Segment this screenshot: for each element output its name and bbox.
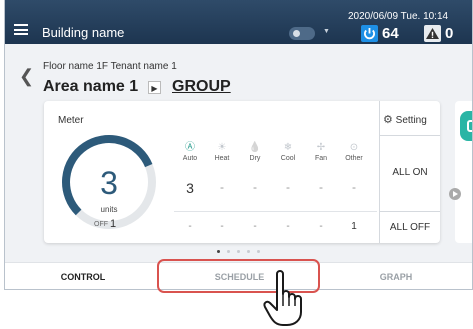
power-count: 64 (382, 25, 399, 42)
auto-off-count: - (188, 221, 192, 232)
dry-off-count: - (253, 221, 257, 232)
area-name: Area name 1 (43, 78, 139, 95)
mode-dry: 💧 Dry (241, 141, 269, 162)
device-screen: Building name ▼ 2020/06/09 Tue. 10:14 64… (4, 0, 473, 290)
meter-label: Meter (58, 115, 84, 126)
mode-auto: Ⓐ Auto (176, 141, 204, 162)
next-arrow-icon[interactable] (449, 188, 461, 200)
power-icon[interactable] (361, 25, 378, 42)
gear-icon: ⚙ (383, 114, 393, 126)
setting-button[interactable]: ⚙ Setting (383, 113, 427, 126)
fan-count: - (319, 180, 323, 194)
cool-count: - (286, 180, 290, 194)
datetime: 2020/06/09 Tue. 10:14 (348, 11, 449, 22)
mode-heat: ☀ Heat (208, 141, 236, 162)
units-label: units (100, 205, 118, 214)
meter-card: Meter 3 units OFF 1 Ⓐ Auto ☀ Heat 💧 Dry … (44, 101, 440, 243)
setting-label: Setting (395, 115, 427, 126)
fan-off-count: - (319, 221, 323, 232)
mode-other: ⊙ Other (340, 141, 368, 162)
sun-icon: ☀ (217, 142, 227, 153)
warning-icon[interactable] (424, 25, 441, 42)
other-off-count: 1 (351, 221, 357, 232)
dry-count: - (253, 180, 257, 194)
heat-off-count: - (220, 221, 224, 232)
other-icon: ⊙ (349, 142, 359, 153)
building-name: Building name (42, 25, 125, 40)
page-dot[interactable] (237, 250, 240, 253)
droplet-icon: 💧 (248, 142, 262, 153)
next-area-card[interactable] (455, 101, 472, 243)
off-label: OFF (94, 221, 108, 228)
page-dot[interactable] (257, 250, 260, 253)
divider (174, 211, 377, 212)
tab-control[interactable]: CONTROL (5, 263, 161, 289)
tab-graph[interactable]: GRAPH (318, 263, 472, 289)
play-icon[interactable]: ▶ (148, 81, 161, 94)
mode-fan: ✢ Fan (307, 141, 335, 162)
chevron-down-icon[interactable]: ▼ (323, 28, 330, 35)
auto-count: 3 (186, 180, 194, 196)
units-count: 3 (100, 165, 118, 201)
off-count: 1 (110, 218, 117, 230)
page-dot[interactable] (217, 250, 220, 253)
cool-off-count: - (286, 221, 290, 232)
other-count: - (352, 180, 356, 194)
page-dot[interactable] (227, 250, 230, 253)
fan-icon: ✢ (316, 142, 326, 153)
warning-count: 0 (445, 25, 454, 42)
auto-icon: Ⓐ (185, 142, 195, 153)
pointer-hand-icon (263, 270, 302, 326)
heat-count: - (220, 180, 224, 194)
back-arrow-icon[interactable]: ❮ (19, 66, 34, 87)
all-on-button[interactable]: ALL ON (380, 136, 440, 210)
top-bar: Building name ▼ 2020/06/09 Tue. 10:14 64… (5, 0, 472, 44)
mode-cool: ❄ Cool (274, 141, 302, 162)
all-off-button[interactable]: ALL OFF (380, 212, 440, 243)
group-link[interactable]: GROUP (172, 78, 231, 96)
menu-icon[interactable] (14, 24, 28, 35)
bottom-tabs: CONTROL SCHEDULE GRAPH (5, 262, 472, 289)
page-dot[interactable] (247, 250, 250, 253)
floor-label: Floor name 1F Tenant name 1 (43, 61, 177, 72)
snowflake-icon: ❄ (283, 142, 293, 153)
toggle-switch[interactable] (289, 27, 315, 40)
